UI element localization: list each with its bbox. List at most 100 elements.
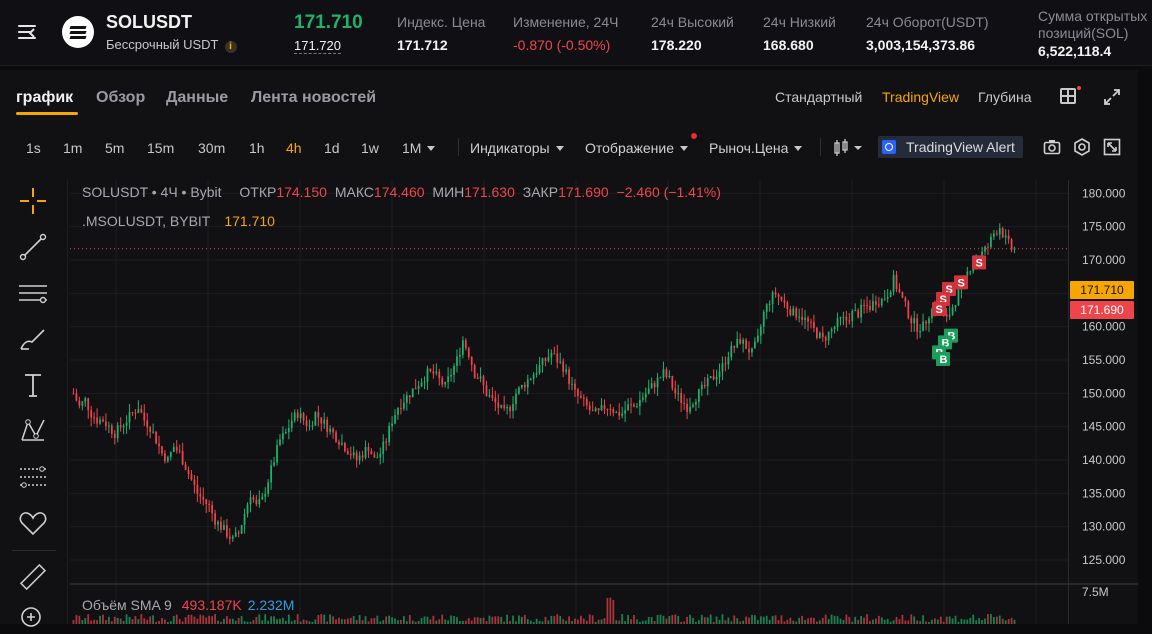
favorite-icon[interactable] xyxy=(16,506,50,540)
ohlc-legend: SOLUSDT • 4Ч • Bybit ОТКР174.150 МАКС174… xyxy=(82,184,721,200)
price-chart[interactable]: SSSSSBBBB 180.000175.000170.000165.00016… xyxy=(70,180,1138,624)
candle-body xyxy=(845,316,848,321)
expand-icon[interactable] xyxy=(1102,87,1122,107)
tab-chart[interactable]: график xyxy=(16,89,73,107)
camera-icon[interactable] xyxy=(1043,138,1061,156)
timeframe-5m[interactable]: 5m xyxy=(105,140,124,156)
volume-bar xyxy=(804,620,806,624)
fullscreen-icon[interactable] xyxy=(1103,138,1121,156)
timeframe-1m[interactable]: 1m xyxy=(63,140,82,156)
timeframe-1s[interactable]: 1s xyxy=(26,140,41,156)
candle-body xyxy=(249,497,252,505)
candle-body xyxy=(553,353,556,355)
volume-bar xyxy=(382,620,385,624)
mark-price-legend: .MSOLUSDT, BYBIT 171.710 xyxy=(82,213,275,229)
sell-marker-label: S xyxy=(958,277,965,289)
brush-icon[interactable] xyxy=(16,322,50,356)
mark-price[interactable]: 171.720 xyxy=(294,38,341,54)
volume-bar xyxy=(559,615,562,624)
trend-line-icon[interactable] xyxy=(16,230,50,264)
volume-bar xyxy=(75,614,78,624)
view-tradingview[interactable]: TradingView xyxy=(882,89,959,105)
volume-bar xyxy=(231,618,234,624)
display-dropdown[interactable]: Отображение xyxy=(585,140,689,156)
candle-body xyxy=(155,431,157,444)
volume-bar xyxy=(751,614,753,624)
indicators-dropdown[interactable]: Индикаторы xyxy=(470,140,564,156)
volume-bar xyxy=(314,619,317,624)
volume-bar xyxy=(432,615,435,624)
pattern-icon[interactable] xyxy=(16,414,50,448)
volume-bar xyxy=(863,617,865,624)
volume-bar xyxy=(438,619,441,624)
volume-bar xyxy=(447,620,449,624)
timeframe-1w[interactable]: 1w xyxy=(361,140,379,156)
candle-body xyxy=(907,301,910,319)
candle-type-icon[interactable] xyxy=(832,139,866,157)
candle-body xyxy=(110,425,113,434)
settings-icon[interactable] xyxy=(1073,138,1091,156)
zoom-in-icon[interactable] xyxy=(16,600,50,634)
candle-body xyxy=(479,376,482,379)
volume-bar xyxy=(1013,619,1016,624)
candle-body xyxy=(282,433,284,440)
timeframe-1M[interactable]: 1M xyxy=(402,140,436,156)
ruler-icon[interactable] xyxy=(16,560,50,594)
volume-bar xyxy=(703,617,706,624)
volume-bar xyxy=(102,614,104,624)
view-depth[interactable]: Глубина xyxy=(978,89,1031,105)
info-icon[interactable]: i xyxy=(224,41,237,53)
volume-bar xyxy=(276,619,278,624)
candle-body xyxy=(706,378,709,387)
volume-bar xyxy=(172,615,175,624)
volume-bar xyxy=(969,617,972,624)
candle-body xyxy=(745,339,747,349)
fib-icon[interactable] xyxy=(16,460,50,494)
timeframe-30m[interactable]: 30m xyxy=(198,140,225,156)
chart-canvas[interactable]: SSSSSBBBB 180.000175.000170.000165.00016… xyxy=(70,180,1138,624)
volume-bar xyxy=(765,615,768,624)
volume-bar xyxy=(426,616,429,624)
candle-body xyxy=(588,405,591,411)
y-tick-label: 175.000 xyxy=(1082,220,1126,234)
volume-bar xyxy=(597,619,600,624)
tab-overview[interactable]: Обзор xyxy=(96,89,145,107)
candle-body xyxy=(344,443,346,452)
menu-icon[interactable] xyxy=(14,20,40,46)
candle-body xyxy=(426,368,429,382)
volume-bar xyxy=(692,617,694,624)
y-tick-label: 160.000 xyxy=(1082,320,1126,334)
candle-body xyxy=(164,453,166,462)
candle-body xyxy=(243,513,246,526)
volume-bar xyxy=(506,614,508,624)
candle-body xyxy=(276,445,278,463)
text-icon[interactable] xyxy=(16,368,50,402)
candle-body xyxy=(597,408,600,411)
volume-bar xyxy=(479,617,482,624)
candle-body xyxy=(639,399,641,407)
volume-bar xyxy=(444,619,447,624)
timeframe-4h[interactable]: 4h xyxy=(286,140,302,156)
volume-bar xyxy=(934,618,936,624)
tab-news[interactable]: Лента новостей xyxy=(251,89,376,107)
view-standard[interactable]: Стандартный xyxy=(775,89,862,105)
tradingview-alert-button[interactable]: TradingView Alert xyxy=(878,136,1023,158)
candle-body xyxy=(718,371,721,377)
candle-body xyxy=(883,298,886,300)
timeframe-1h[interactable]: 1h xyxy=(249,140,265,156)
layout-grid-icon[interactable] xyxy=(1060,88,1076,104)
timeframe-15m[interactable]: 15m xyxy=(147,140,174,156)
horizontal-lines-icon[interactable] xyxy=(16,276,50,310)
tab-data[interactable]: Данные xyxy=(166,89,228,107)
volume-bar xyxy=(252,620,255,624)
symbol-name[interactable]: SOLUSDT xyxy=(106,12,192,33)
price-type-dropdown[interactable]: Рыноч.Цена xyxy=(709,140,803,156)
candle-body xyxy=(512,404,514,411)
candle-body xyxy=(910,318,913,324)
volume-bar xyxy=(450,615,452,624)
stat-index-price: Индекс. Цена 171.712 xyxy=(397,14,486,53)
crosshair-icon[interactable] xyxy=(16,184,50,218)
volume-bar xyxy=(774,615,777,624)
timeframe-1d[interactable]: 1d xyxy=(324,140,340,156)
candle-body xyxy=(863,304,865,306)
